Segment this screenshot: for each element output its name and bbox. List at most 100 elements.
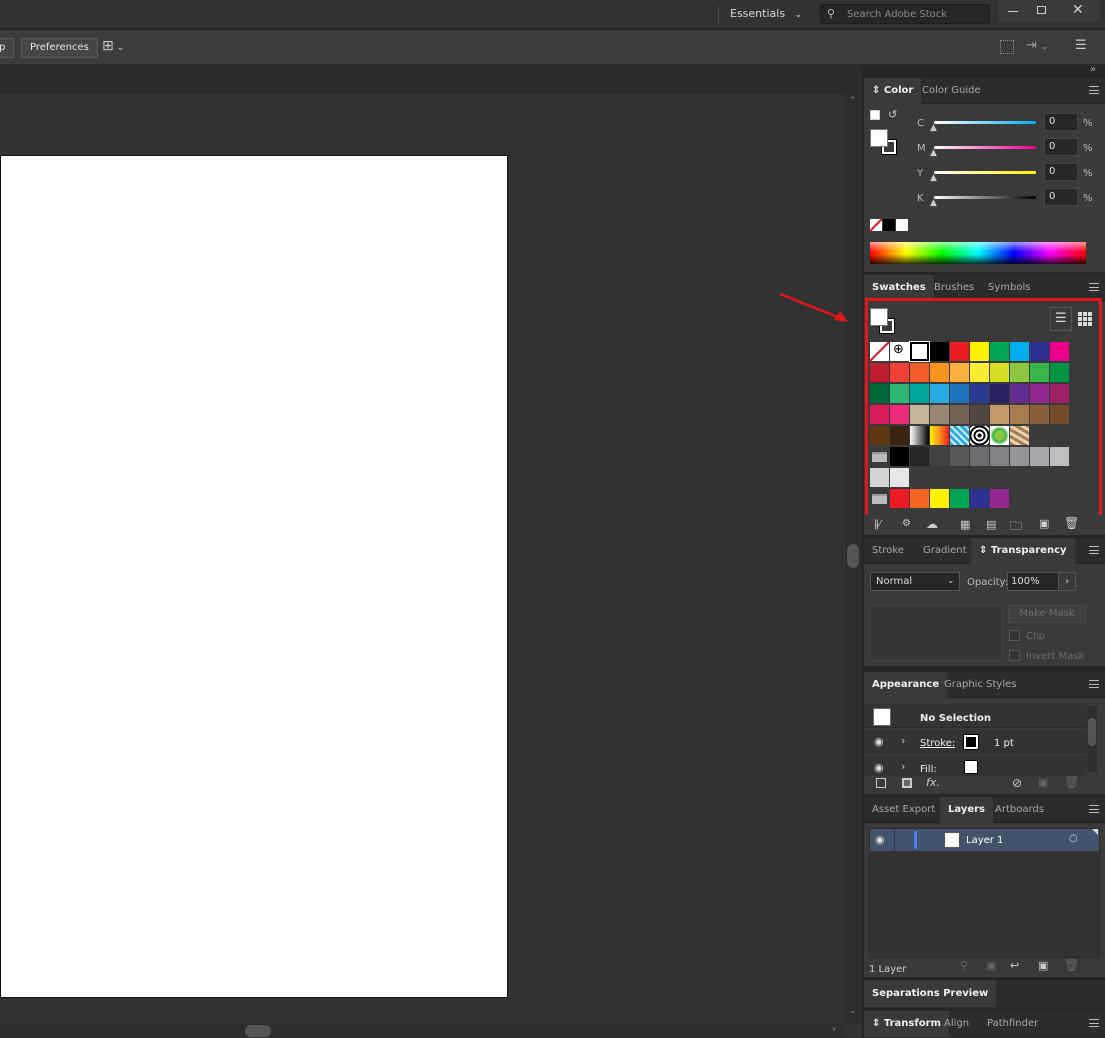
scroll-up-icon[interactable]: ⌃ — [849, 96, 857, 106]
clip-checkbox[interactable] — [1009, 630, 1020, 641]
search-adobe-stock-field[interactable]: ⚲ Search Adobe Stock — [820, 4, 990, 24]
blend-mode-select[interactable]: Normal ⌄ — [870, 572, 960, 591]
chevron-right-icon[interactable]: › — [901, 734, 905, 747]
color-swatch[interactable] — [990, 447, 1009, 466]
workspace-switcher[interactable]: Essentials ⌄ — [730, 7, 802, 20]
tab-pathfinder[interactable]: Pathfinder — [979, 1011, 1046, 1037]
target-icon[interactable]: ○ — [1069, 833, 1078, 844]
color-swatch[interactable] — [870, 384, 889, 403]
transform-panel-menu-icon[interactable] — [1089, 1019, 1099, 1027]
color-swatch[interactable] — [990, 363, 1009, 382]
stroke-color-swatch[interactable] — [963, 734, 979, 750]
new-swatch-icon[interactable]: ▣ — [1039, 517, 1049, 530]
swap-colors-icon[interactable]: ↺ — [888, 108, 897, 121]
transform-selection-icon[interactable]: ⊞ ⌄ — [102, 38, 124, 54]
new-layer-icon[interactable]: ▣ — [1038, 959, 1048, 972]
color-swatch[interactable] — [990, 489, 1009, 508]
yellow-value-field[interactable]: 0 — [1044, 163, 1078, 181]
tab-stroke[interactable]: Stroke — [864, 538, 912, 564]
color-swatch[interactable] — [930, 405, 949, 424]
opacity-field[interactable]: 100% — [1007, 572, 1059, 591]
color-swatch[interactable] — [970, 363, 989, 382]
color-swatch[interactable] — [950, 363, 969, 382]
color-swatch[interactable] — [1010, 384, 1029, 403]
gradient-swatch[interactable] — [930, 426, 949, 445]
color-swatch[interactable] — [1010, 363, 1029, 382]
preferences-button[interactable]: Preferences — [21, 38, 98, 58]
color-swatch[interactable] — [950, 405, 969, 424]
white-swatch[interactable] — [896, 219, 908, 231]
registration-swatch[interactable]: ⊕ — [890, 342, 909, 361]
color-swatch[interactable] — [1050, 363, 1069, 382]
color-swatch[interactable] — [910, 447, 929, 466]
color-swatch[interactable] — [910, 384, 929, 403]
new-sublayer-icon[interactable]: ↩ — [1010, 959, 1019, 972]
color-swatch[interactable] — [1010, 342, 1029, 361]
stroke-label[interactable]: Stroke: — [920, 738, 955, 749]
color-swatch[interactable] — [930, 384, 949, 403]
color-swatch[interactable] — [890, 447, 909, 466]
gradient-swatch[interactable] — [910, 426, 929, 445]
none-swatch[interactable] — [870, 342, 889, 361]
slider-handle-icon[interactable]: ▲ — [930, 198, 937, 208]
black-swatch[interactable] — [883, 219, 895, 231]
color-swatch[interactable] — [950, 489, 969, 508]
collapse-panels-icon[interactable]: » — [1090, 64, 1096, 75]
color-swatch[interactable] — [890, 489, 909, 508]
layers-panel-menu-icon[interactable] — [1089, 805, 1099, 813]
artboard[interactable] — [0, 155, 508, 998]
restore-button[interactable] — [1028, 0, 1056, 22]
color-swatch[interactable] — [970, 342, 989, 361]
color-group-folder-icon[interactable] — [870, 447, 889, 466]
color-swatch[interactable] — [1010, 447, 1029, 466]
delete-swatch-icon[interactable]: 🗑 — [1064, 516, 1079, 530]
color-swatch[interactable] — [950, 342, 969, 361]
duplicate-item-icon[interactable]: ▣ — [1038, 776, 1048, 789]
default-colors-icon[interactable] — [870, 110, 880, 120]
locate-object-icon[interactable]: ⚲ — [960, 959, 968, 972]
color-swatch[interactable] — [870, 363, 889, 382]
fill-swatch[interactable] — [870, 129, 888, 147]
color-swatch[interactable] — [910, 405, 929, 424]
color-swatch[interactable] — [930, 489, 949, 508]
show-swatch-kinds-icon[interactable]: ⚙ — [902, 518, 911, 529]
color-swatch[interactable] — [1050, 384, 1069, 403]
color-swatch[interactable] — [1030, 384, 1049, 403]
pattern-swatch[interactable] — [990, 426, 1009, 445]
cloud-libraries-icon[interactable]: ☁ — [926, 517, 938, 531]
pattern-swatch[interactable] — [950, 426, 969, 445]
swatches-panel-menu-icon[interactable] — [1089, 283, 1099, 291]
opacity-flyout-button[interactable]: › — [1058, 572, 1076, 591]
tab-graphic-styles[interactable]: Graphic Styles — [936, 672, 1024, 698]
appearance-panel-menu-icon[interactable] — [1089, 680, 1099, 688]
color-swatch[interactable] — [890, 468, 909, 487]
color-swatch[interactable] — [890, 426, 909, 445]
tab-color-guide[interactable]: Color Guide — [914, 78, 989, 104]
color-swatch[interactable] — [950, 447, 969, 466]
slider-handle-icon[interactable]: ▲ — [930, 173, 937, 183]
tab-layers[interactable]: Layers — [940, 797, 993, 823]
minimize-button[interactable] — [998, 0, 1028, 22]
slider-handle-icon[interactable]: ▲ — [930, 148, 937, 158]
new-folder-icon[interactable]: 🗀 — [1010, 517, 1022, 538]
color-swatch[interactable] — [910, 363, 929, 382]
color-swatch[interactable] — [870, 468, 889, 487]
vertical-scroll-thumb[interactable] — [847, 544, 859, 568]
tab-asset-export[interactable]: Asset Export — [864, 797, 943, 823]
color-swatch[interactable] — [970, 447, 989, 466]
pattern-swatch[interactable] — [1010, 426, 1029, 445]
color-swatch[interactable] — [990, 342, 1009, 361]
tab-separations-preview[interactable]: Separations Preview — [864, 980, 997, 1007]
color-group-folder-icon[interactable] — [870, 489, 889, 508]
fill-color-swatch[interactable] — [964, 760, 978, 774]
fx-icon[interactable]: fx. — [926, 776, 940, 789]
color-swatch[interactable] — [930, 363, 949, 382]
tab-appearance[interactable]: Appearance — [864, 672, 948, 698]
thumbnail-view-button[interactable] — [1074, 307, 1098, 331]
invert-mask-checkbox[interactable] — [1009, 650, 1020, 661]
tab-align[interactable]: Align — [936, 1011, 977, 1037]
scroll-right-icon[interactable]: › — [832, 1024, 836, 1035]
swatch-options-icon[interactable]: ▦ — [960, 518, 970, 531]
slider-handle-icon[interactable]: ▲ — [930, 123, 937, 133]
list-view-button[interactable]: ☰ — [1050, 307, 1072, 331]
